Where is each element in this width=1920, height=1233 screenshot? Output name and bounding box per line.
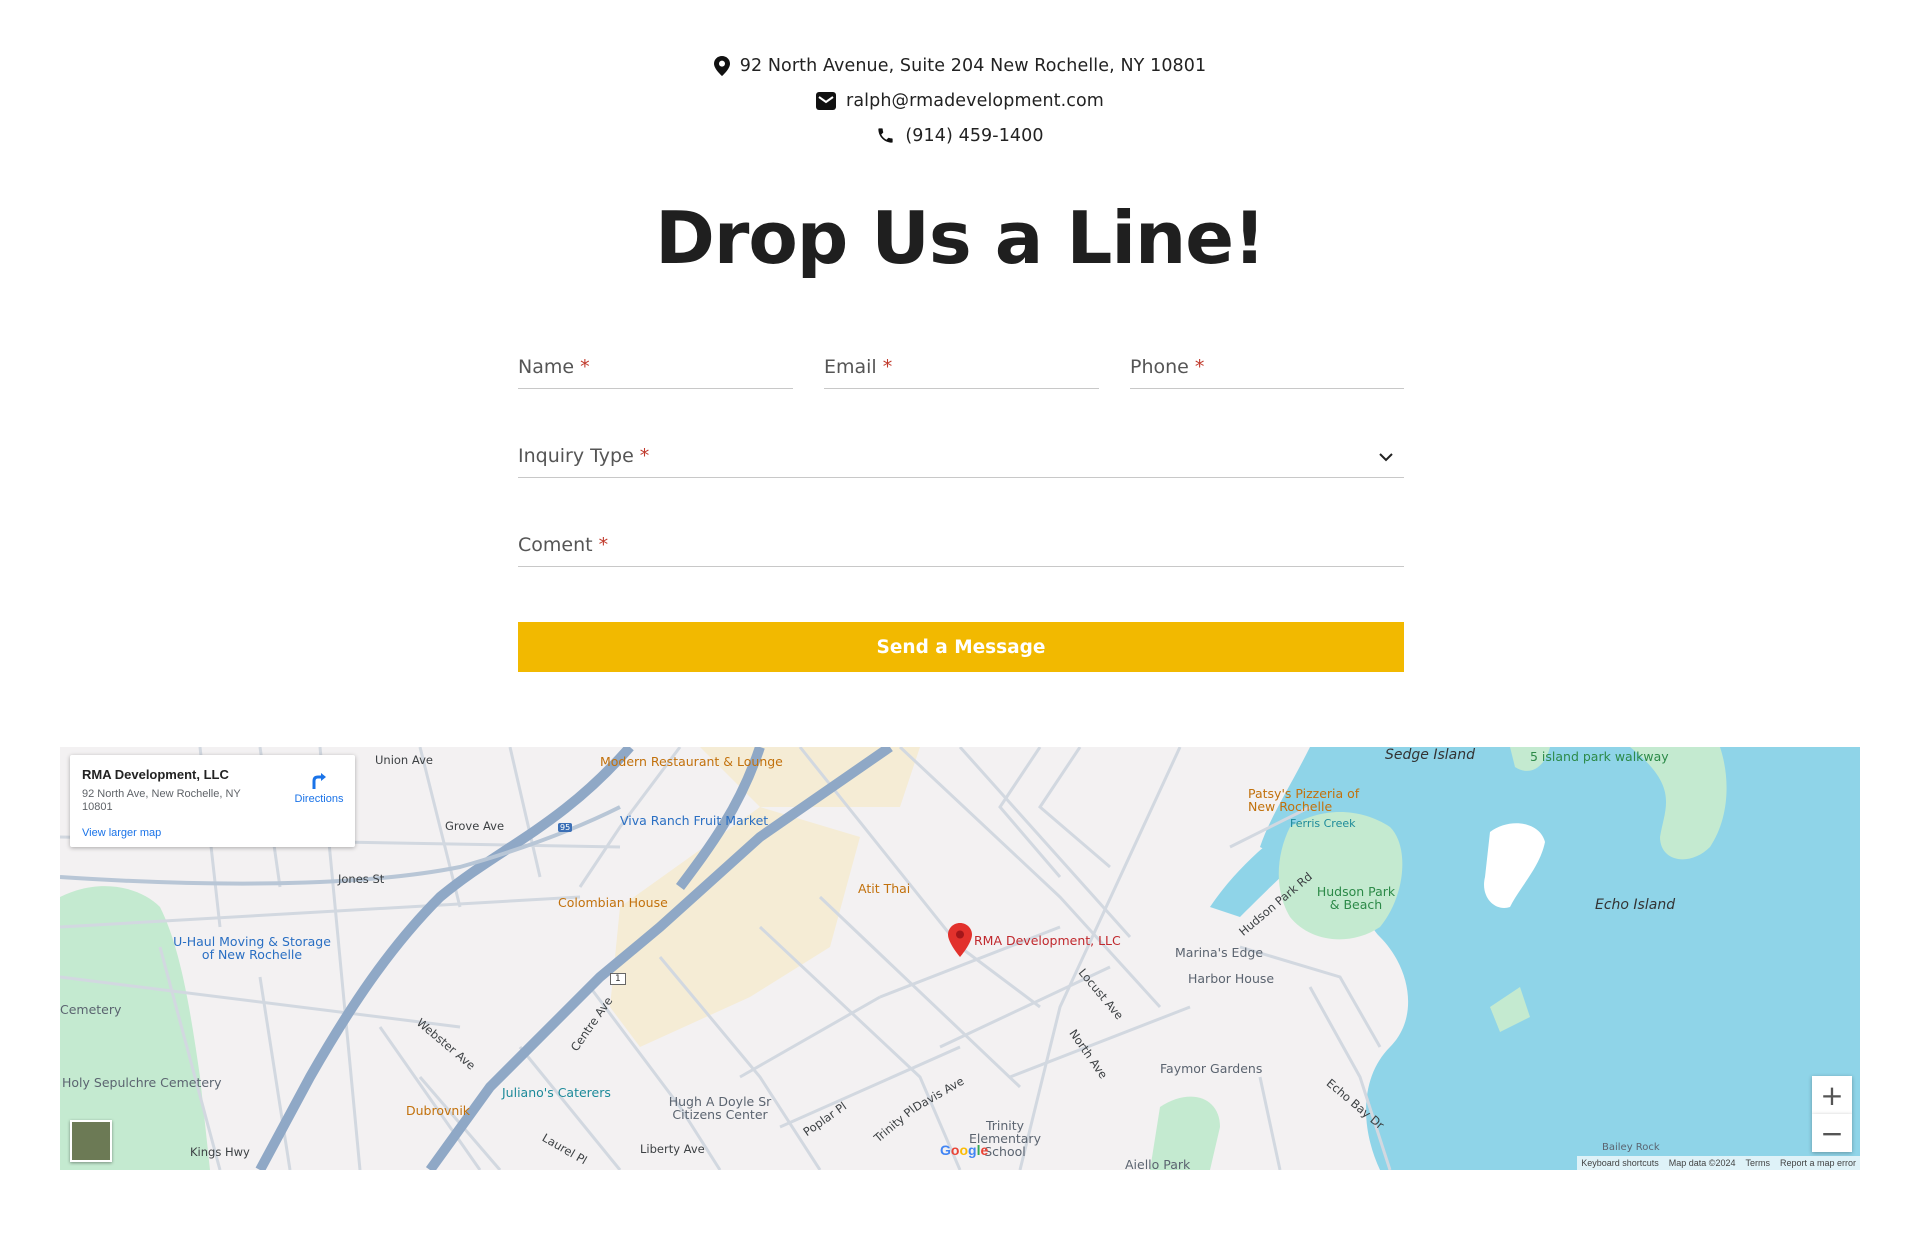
place-label[interactable]: Harbor House: [1188, 971, 1274, 986]
place-label[interactable]: Juliano's Caterers: [502, 1085, 611, 1100]
location-marker-icon[interactable]: [948, 923, 972, 957]
card-address: 92 North Ave, New Rochelle, NY 10801: [82, 788, 241, 813]
required-mark: *: [1194, 356, 1205, 378]
place-label[interactable]: U-Haul Moving & Storage of New Rochelle: [172, 935, 332, 961]
envelope-icon: [816, 91, 837, 110]
zoom-in-button[interactable]: +: [1812, 1076, 1852, 1114]
required-mark: *: [882, 356, 893, 378]
report-error-link[interactable]: Report a map error: [1780, 1158, 1856, 1168]
embedded-map[interactable]: Union Ave Grove Ave Jones St Centre Ave …: [60, 747, 1860, 1170]
keyboard-shortcuts-link[interactable]: Keyboard shortcuts: [1581, 1158, 1659, 1168]
street-label: Kings Hwy: [190, 1145, 250, 1159]
street-label: Union Ave: [375, 753, 433, 767]
inquiry-type-label: Inquiry Type *: [518, 445, 650, 467]
email-link[interactable]: ralph@rmadevelopment.com: [846, 91, 1104, 111]
directions-button[interactable]: Directions: [289, 765, 349, 805]
place-label[interactable]: Marina's Edge: [1175, 945, 1263, 960]
directions-label: Directions: [294, 793, 344, 805]
address-line: 92 North Avenue, Suite 204 New Rochelle,…: [0, 48, 1920, 83]
place-label[interactable]: Hudson Park & Beach: [1316, 885, 1396, 911]
phone-link[interactable]: (914) 459-1400: [905, 126, 1043, 146]
route-shield: 1: [610, 973, 626, 985]
map-info-card: RMA Development, LLC 92 North Ave, New R…: [70, 755, 355, 847]
comment-field[interactable]: Coment *: [518, 534, 1404, 567]
contact-info: 92 North Avenue, Suite 204 New Rochelle,…: [0, 48, 1920, 153]
required-mark: *: [639, 445, 650, 467]
place-label[interactable]: Patsy's Pizzeria of New Rochelle: [1248, 787, 1368, 813]
street-label: Grove Ave: [445, 819, 505, 833]
google-logo: Google: [940, 1142, 989, 1158]
phone-line[interactable]: (914) 459-1400: [0, 118, 1920, 153]
terms-link[interactable]: Terms: [1745, 1158, 1770, 1168]
satellite-toggle[interactable]: [70, 1120, 112, 1162]
place-label[interactable]: Dubrovnik: [406, 1103, 470, 1118]
zoom-out-button[interactable]: −: [1812, 1114, 1852, 1152]
place-label[interactable]: Atit Thai: [858, 881, 910, 896]
email-line[interactable]: ralph@rmadevelopment.com: [0, 83, 1920, 118]
map-attribution: Keyboard shortcuts Map data ©2024 Terms …: [1577, 1156, 1860, 1170]
interstate-shield: 95: [558, 823, 573, 832]
required-mark: *: [580, 356, 590, 378]
place-label[interactable]: Hugh A Doyle Sr Citizens Center: [660, 1095, 780, 1121]
place-label[interactable]: Viva Ranch Fruit Market: [620, 813, 768, 828]
place-label: Aiello Park: [1125, 1157, 1191, 1170]
email-field[interactable]: Email *: [824, 356, 1099, 389]
chevron-down-icon: [1379, 453, 1393, 462]
location-pin-icon: [713, 55, 730, 76]
place-label[interactable]: Holy Sepulchre Cemetery: [62, 1075, 222, 1090]
comment-label: Coment *: [518, 534, 609, 556]
place-label[interactable]: 5 island park walkway: [1530, 749, 1669, 764]
place-label: Ferris Creek: [1290, 817, 1356, 830]
island-label: Bailey Rock: [1602, 1142, 1660, 1153]
place-label[interactable]: Colombian House: [558, 895, 668, 910]
address-text: 92 North Avenue, Suite 204 New Rochelle,…: [739, 55, 1207, 76]
card-business-name: RMA Development, LLC: [82, 767, 229, 782]
map-data-text: Map data ©2024: [1668, 1158, 1736, 1168]
send-message-button[interactable]: Send a Message: [518, 622, 1404, 672]
place-label: Cemetery: [60, 1002, 122, 1017]
view-larger-map-link[interactable]: View larger map: [82, 827, 161, 839]
street-label: Jones St: [338, 872, 385, 886]
marker-label[interactable]: RMA Development, LLC: [974, 933, 1121, 948]
name-label: Name *: [518, 356, 590, 378]
inquiry-type-select[interactable]: Inquiry Type *: [518, 445, 1404, 478]
email-label: Email *: [824, 356, 893, 378]
directions-icon: [312, 773, 326, 789]
phone-field[interactable]: Phone *: [1130, 356, 1404, 389]
downtown-area: [610, 807, 860, 1047]
phone-label: Phone *: [1130, 356, 1205, 378]
street-label: Liberty Ave: [640, 1142, 705, 1156]
island-label: Sedge Island: [1385, 747, 1475, 763]
place-label[interactable]: Faymor Gardens: [1160, 1061, 1262, 1076]
form-title: Drop Us a Line!: [655, 196, 1266, 280]
place-label[interactable]: Modern Restaurant & Lounge: [600, 755, 783, 768]
phone-icon: [878, 128, 893, 143]
required-mark: *: [598, 534, 609, 556]
name-field[interactable]: Name *: [518, 356, 793, 389]
island-label: Echo Island: [1595, 897, 1676, 913]
